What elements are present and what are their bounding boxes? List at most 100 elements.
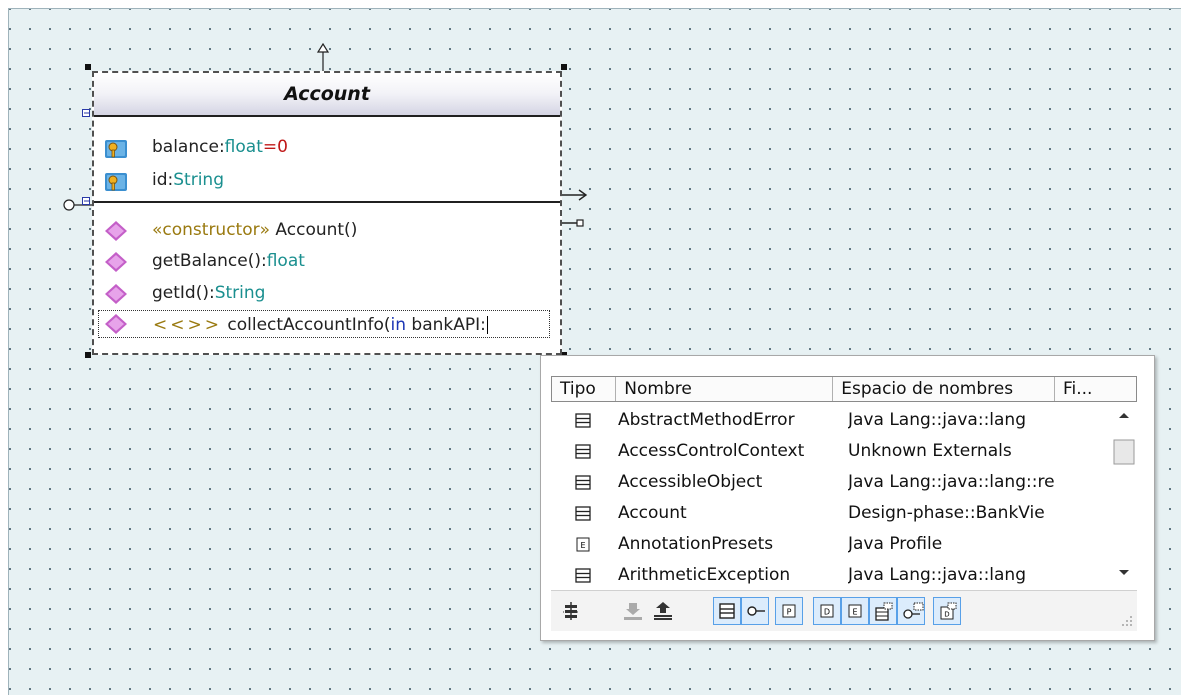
filter-datatype-icon: D bbox=[820, 604, 834, 618]
type-name: ArithmeticException bbox=[618, 565, 791, 585]
parameter-direction: in bbox=[390, 315, 407, 335]
operation-row[interactable]: getBalance():float bbox=[94, 246, 560, 276]
sort-ascending-button[interactable] bbox=[649, 597, 677, 625]
sort-descending-icon bbox=[624, 603, 642, 620]
type-namespace: Unknown Externals bbox=[848, 441, 1012, 461]
operation-edit-field[interactable]: <<>> collectAccountInfo(in bankAPI: bbox=[98, 310, 550, 338]
filter-primitive-icon: P bbox=[782, 604, 796, 618]
resize-grip-icon[interactable] bbox=[1121, 615, 1133, 627]
attributes-compartment: balance:float=0 id:String bbox=[94, 117, 560, 203]
svg-text:E: E bbox=[580, 541, 585, 550]
parameter-name: bankAPI: bbox=[406, 315, 486, 335]
filter-toolbar: P D E D bbox=[551, 590, 1137, 631]
svg-text:E: E bbox=[852, 608, 857, 617]
tree-view-button[interactable] bbox=[557, 597, 585, 625]
scrollbar-track bbox=[1113, 413, 1135, 575]
operation-row[interactable]: «constructor» Account() bbox=[94, 215, 560, 245]
filter-class-button[interactable] bbox=[713, 597, 741, 625]
type-name: AbstractMethodError bbox=[618, 410, 795, 430]
column-header-tipo[interactable]: Tipo bbox=[552, 377, 617, 401]
operation-name: getBalance(): bbox=[152, 251, 267, 271]
svg-text:P: P bbox=[787, 608, 792, 617]
type-name: AccessControlContext bbox=[618, 441, 805, 461]
class-box-account[interactable]: Account balance:float=0 id:String «const… bbox=[92, 71, 562, 355]
filter-enumeration-icon: E bbox=[848, 604, 862, 618]
public-operation-diamond-icon bbox=[105, 221, 127, 241]
attribute-default: =0 bbox=[262, 137, 288, 157]
class-icon bbox=[575, 506, 591, 521]
column-header-nombre[interactable]: Nombre bbox=[616, 377, 834, 401]
selection-handle[interactable] bbox=[85, 352, 91, 358]
association-connector[interactable] bbox=[559, 188, 589, 238]
type-autocomplete-popup[interactable]: Tipo Nombre Espacio de nombres Fi... Abs… bbox=[540, 355, 1155, 641]
class-icon bbox=[575, 475, 591, 490]
public-operation-diamond-icon bbox=[105, 252, 127, 272]
type-list-row[interactable]: AbstractMethodError Java Lang::java::lang bbox=[551, 405, 1111, 436]
type-name: AccessibleObject bbox=[618, 472, 763, 492]
filter-interface-icon bbox=[747, 606, 765, 616]
attribute-type: String bbox=[173, 170, 224, 190]
operation-name: collectAccountInfo( bbox=[221, 315, 391, 335]
selection-handle[interactable] bbox=[85, 64, 91, 70]
scroll-down-arrow bbox=[1119, 570, 1129, 575]
enumeration-icon: E bbox=[575, 537, 591, 552]
column-header-fi[interactable]: Fi... bbox=[1055, 377, 1136, 401]
type-name: AnnotationPresets bbox=[618, 534, 774, 554]
type-list-row[interactable]: AccessControlContext Unknown Externals bbox=[551, 436, 1111, 467]
selection-handle[interactable] bbox=[561, 64, 567, 70]
filter-class-icon bbox=[719, 603, 735, 619]
operation-return-type: float bbox=[266, 251, 305, 271]
filter-primitive-button[interactable]: P bbox=[775, 597, 803, 625]
type-namespace: Java Profile bbox=[848, 534, 943, 554]
filter-interface-button[interactable] bbox=[741, 597, 769, 625]
filter-template-class-button[interactable] bbox=[869, 597, 897, 625]
public-operation-diamond-icon bbox=[105, 314, 127, 334]
class-name[interactable]: Account bbox=[94, 73, 560, 117]
column-headers: Tipo Nombre Espacio de nombres Fi... bbox=[551, 376, 1137, 402]
attribute-type: float bbox=[224, 137, 263, 157]
attribute-row[interactable]: balance:float=0 bbox=[94, 132, 560, 162]
operations-compartment-toggle[interactable] bbox=[82, 197, 90, 205]
vertical-scrollbar[interactable] bbox=[1112, 403, 1136, 589]
public-operation-diamond-icon bbox=[105, 284, 127, 304]
filter-template-interface-icon bbox=[903, 602, 924, 619]
type-list-row[interactable]: AccessibleObject Java Lang::java::lang::r… bbox=[551, 467, 1111, 498]
type-namespace: Design-phase::BankVie bbox=[848, 503, 1045, 523]
attribute-name: id bbox=[152, 170, 168, 190]
type-list-row[interactable]: ArithmeticException Java Lang::java::lang bbox=[551, 560, 1111, 591]
generalization-connector[interactable] bbox=[315, 43, 331, 73]
filter-template-datatype-icon: D bbox=[940, 602, 957, 620]
class-icon bbox=[575, 413, 591, 428]
filter-datatype-button[interactable]: D bbox=[813, 597, 841, 625]
sort-descending-button[interactable] bbox=[619, 597, 647, 625]
type-list-row[interactable]: E AnnotationPresets Java Profile bbox=[551, 529, 1111, 560]
interface-lollipop-connector[interactable] bbox=[62, 196, 96, 212]
filter-template-interface-button[interactable] bbox=[897, 597, 925, 625]
tree-view-icon bbox=[563, 602, 579, 620]
diagram-canvas[interactable]: Account balance:float=0 id:String «const… bbox=[8, 8, 1181, 695]
type-list-row[interactable]: Account Design-phase::BankVie bbox=[551, 498, 1111, 529]
sort-ascending-icon bbox=[654, 602, 672, 620]
attribute-name: balance bbox=[152, 137, 219, 157]
type-namespace: Java Lang::java::lang bbox=[848, 565, 1027, 585]
operation-return-type: String bbox=[214, 283, 266, 303]
operation-stereotype: «constructor» bbox=[152, 220, 271, 240]
type-namespace: Java Lang::java::lang::re bbox=[848, 472, 1055, 492]
column-header-espacio-de-nombres[interactable]: Espacio de nombres bbox=[833, 377, 1055, 401]
operation-name: getId(): bbox=[152, 283, 215, 303]
scroll-up-arrow bbox=[1119, 413, 1129, 418]
class-icon bbox=[575, 444, 591, 459]
scroll-thumb bbox=[1113, 439, 1135, 465]
text-caret bbox=[486, 316, 488, 334]
operation-name: Account() bbox=[270, 220, 358, 240]
attribute-row[interactable]: id:String bbox=[94, 165, 560, 195]
filter-template-datatype-button[interactable]: D bbox=[933, 597, 961, 625]
svg-text:D: D bbox=[944, 611, 949, 619]
type-name: Account bbox=[618, 503, 687, 523]
attributes-compartment-toggle[interactable] bbox=[82, 109, 90, 117]
operation-row[interactable]: getId():String bbox=[94, 278, 560, 308]
filter-enumeration-button[interactable]: E bbox=[841, 597, 869, 625]
svg-text:D: D bbox=[824, 608, 830, 617]
filter-template-class-icon bbox=[875, 602, 893, 621]
class-icon bbox=[575, 568, 591, 583]
